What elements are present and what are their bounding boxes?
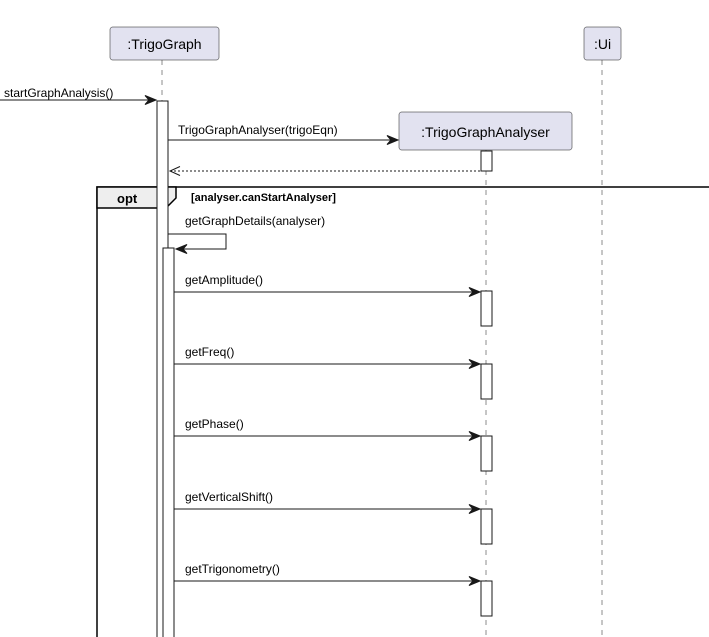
message-create-analyser: TrigoGraphAnalyser(trigoEqn) — [168, 123, 400, 145]
message-get-freq-label: getFreq() — [185, 345, 234, 359]
participant-trigograph: :TrigoGraph — [109, 26, 220, 61]
message-get-amplitude: getAmplitude() — [174, 273, 482, 297]
message-get-trigonometry: getTrigonometry() — [174, 562, 482, 586]
message-get-trigonometry-label: getTrigonometry() — [185, 562, 280, 576]
participant-ui-label: :Ui — [594, 36, 611, 52]
participant-ui: :Ui — [583, 26, 622, 61]
analyser-activation-vertical-shift — [480, 508, 493, 545]
sequence-diagram: :TrigoGraph :Ui :TrigoGraphAnalyser opt … — [0, 26, 709, 637]
message-get-phase: getPhase() — [174, 417, 482, 441]
message-return-analyser — [168, 166, 480, 176]
message-create-label: TrigoGraphAnalyser(trigoEqn) — [178, 123, 338, 137]
message-get-freq: getFreq() — [174, 345, 482, 369]
message-get-vertical-shift: getVerticalShift() — [174, 490, 482, 514]
opt-guard: [analyser.canStartAnalyser] — [191, 192, 336, 204]
message-start-label: startGraphAnalysis() — [4, 86, 113, 100]
analyser-activation-phase — [480, 435, 493, 472]
participant-trigograph-label: :TrigoGraph — [127, 36, 201, 52]
message-get-graph-details-label: getGraphDetails(analyser) — [185, 214, 325, 228]
participant-analyser-label: :TrigoGraphAnalyser — [421, 124, 550, 140]
message-get-vertical-shift-label: getVerticalShift() — [185, 490, 273, 504]
opt-operator: opt — [117, 191, 138, 206]
message-start-graph-analysis: startGraphAnalysis() — [0, 86, 158, 105]
message-get-phase-label: getPhase() — [185, 417, 244, 431]
analyser-activation-freq — [480, 363, 493, 400]
analyser-activation-trigonometry — [480, 580, 493, 617]
analyser-activation-amplitude — [480, 290, 493, 327]
trigograph-nested-activation — [162, 247, 175, 637]
participant-trigographanalyser: :TrigoGraphAnalyser — [398, 111, 573, 151]
message-get-amplitude-label: getAmplitude() — [185, 273, 263, 287]
message-get-graph-details: getGraphDetails(analyser) — [168, 214, 325, 254]
analyser-activation-create — [480, 150, 493, 172]
